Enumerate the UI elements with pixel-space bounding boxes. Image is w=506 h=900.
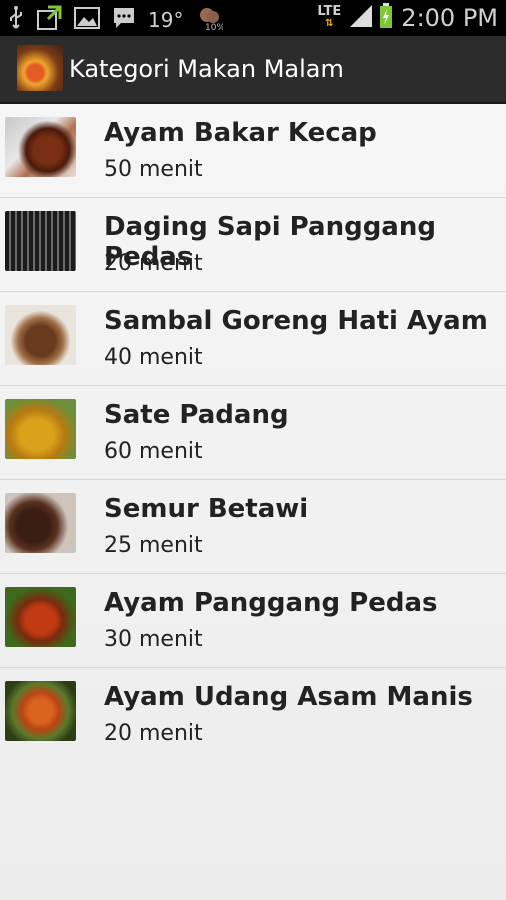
download-icon <box>36 5 62 35</box>
gallery-icon <box>74 6 100 34</box>
message-icon <box>112 6 136 34</box>
list-item[interactable]: Sambal Goreng Hati Ayam 40 menit <box>0 292 506 386</box>
app-icon[interactable] <box>17 45 63 91</box>
list-item[interactable]: Sate Padang 60 menit <box>0 386 506 480</box>
item-title: Sambal Goreng Hati Ayam <box>104 306 488 336</box>
food-thumbnail <box>5 399 76 459</box>
notification-icons: 19° 10% <box>8 5 235 35</box>
svg-text:10%: 10% <box>205 23 223 31</box>
action-bar: Kategori Makan Malam <box>0 36 506 104</box>
page-title: Kategori Makan Malam <box>69 55 344 83</box>
food-thumbnail <box>5 305 76 365</box>
battery-icon <box>379 3 393 33</box>
item-title: Ayam Bakar Kecap <box>104 118 377 148</box>
food-thumbnail <box>5 587 76 647</box>
network-type: LTE <box>317 4 342 19</box>
item-duration: 60 menit <box>104 439 203 464</box>
item-duration: 20 menit <box>104 721 203 746</box>
item-title: Semur Betawi <box>104 494 309 524</box>
item-title: Sate Padang <box>104 400 289 430</box>
temperature-text: 19° <box>148 8 184 32</box>
recipe-list: Ayam Bakar Kecap 50 menit Daging Sapi Pa… <box>0 104 506 761</box>
food-thumbnail <box>5 117 76 177</box>
item-duration: 25 menit <box>104 533 203 558</box>
item-title: Ayam Panggang Pedas <box>104 588 438 618</box>
weather-icon: 10% <box>195 5 226 35</box>
signal-icon <box>349 4 373 32</box>
lte-indicator: LTE ⇅ <box>317 4 342 30</box>
clock: 2:00 PM <box>401 4 498 32</box>
food-thumbnail <box>5 211 76 271</box>
item-duration: 40 menit <box>104 345 203 370</box>
item-duration: 20 menit <box>104 251 203 276</box>
item-duration: 50 menit <box>104 157 203 182</box>
item-title: Ayam Udang Asam Manis <box>104 682 473 712</box>
food-thumbnail <box>5 681 76 741</box>
usb-icon <box>8 6 24 34</box>
food-thumbnail <box>5 493 76 553</box>
item-duration: 30 menit <box>104 627 203 652</box>
system-icons: LTE ⇅ 2:00 PM <box>317 3 498 33</box>
status-bar: 19° 10% LTE ⇅ 2:00 PM <box>0 0 506 36</box>
list-item[interactable]: Ayam Panggang Pedas 30 menit <box>0 574 506 668</box>
data-arrows-icon: ⇅ <box>325 18 334 29</box>
list-item[interactable]: Daging Sapi Panggang Pedas 20 menit <box>0 198 506 292</box>
list-item[interactable]: Ayam Bakar Kecap 50 menit <box>0 104 506 198</box>
list-item[interactable]: Semur Betawi 25 menit <box>0 480 506 574</box>
list-item[interactable]: Ayam Udang Asam Manis 20 menit <box>0 668 506 761</box>
